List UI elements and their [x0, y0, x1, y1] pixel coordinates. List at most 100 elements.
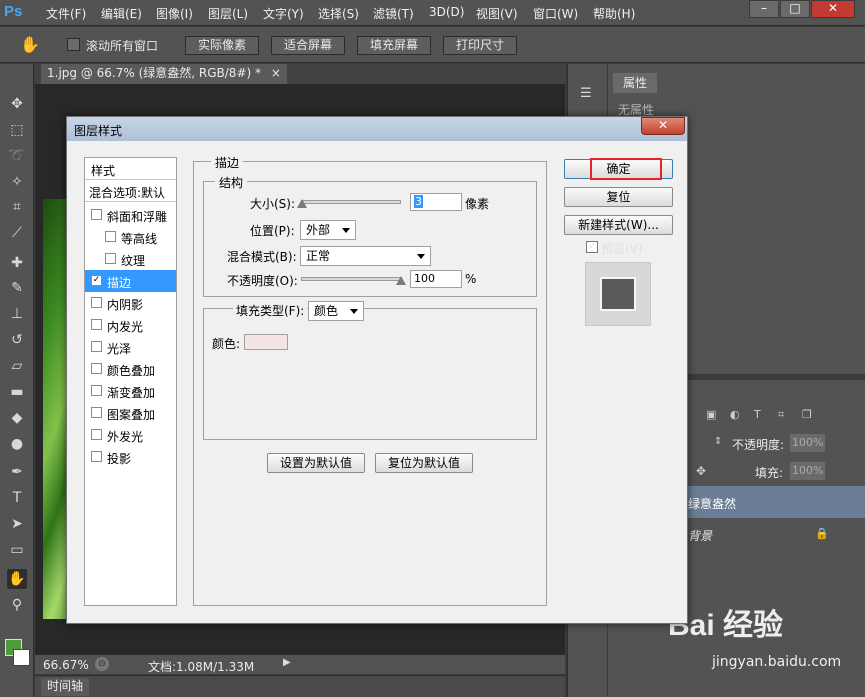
- size-input[interactable]: 3: [410, 193, 462, 211]
- style-item-inner-glow[interactable]: 内发光: [85, 314, 176, 336]
- shape-tool-icon[interactable]: ▭: [7, 540, 27, 560]
- type-tool-icon[interactable]: T: [7, 488, 27, 508]
- menu-filter[interactable]: 滤镜(T): [373, 5, 414, 22]
- minimize-button[interactable]: –: [749, 0, 779, 18]
- size-slider-track[interactable]: [301, 200, 401, 204]
- style-checkbox[interactable]: [105, 231, 116, 242]
- crop-tool-icon[interactable]: ⌗: [7, 197, 27, 217]
- style-checkbox[interactable]: [91, 385, 102, 396]
- opacity-input[interactable]: 100: [410, 270, 462, 288]
- history-panel-icon[interactable]: ☰: [580, 86, 596, 102]
- style-item-satin[interactable]: 光泽: [85, 336, 176, 358]
- stroke-color-swatch[interactable]: [244, 334, 288, 350]
- style-checkbox[interactable]: [91, 451, 102, 462]
- position-dropdown[interactable]: 外部: [300, 220, 356, 240]
- hand-icon[interactable]: ✋: [20, 35, 40, 55]
- properties-tab[interactable]: 属性: [613, 73, 658, 93]
- close-tab-icon[interactable]: ×: [271, 66, 281, 80]
- style-item-contour[interactable]: 等高线: [85, 226, 176, 248]
- gradient-tool-icon[interactable]: ▬: [7, 382, 27, 402]
- style-checkbox-checked[interactable]: ✓: [91, 275, 102, 286]
- scroll-all-windows-checkbox[interactable]: [67, 38, 80, 51]
- style-checkbox[interactable]: [91, 297, 102, 308]
- lasso-tool-icon[interactable]: ➰: [7, 146, 27, 166]
- style-item-stroke[interactable]: ✓ 描边: [85, 270, 176, 292]
- menu-help[interactable]: 帮助(H): [593, 5, 635, 22]
- layer-opacity-input[interactable]: 100%: [790, 434, 825, 452]
- style-item-gradient-overlay[interactable]: 渐变叠加: [85, 380, 176, 402]
- blend-mode-caret-icon[interactable]: ⇕: [714, 436, 722, 447]
- document-tab[interactable]: 1.jpg @ 66.7% (绿意盎然, RGB/8#) * ×: [41, 64, 287, 84]
- fill-screen-button[interactable]: 填充屏幕: [357, 36, 431, 55]
- blending-options-item[interactable]: 混合选项:默认: [85, 180, 176, 202]
- healing-brush-tool-icon[interactable]: ✚: [7, 253, 27, 273]
- style-item-inner-shadow[interactable]: 内阴影: [85, 292, 176, 314]
- fill-type-dropdown[interactable]: 颜色: [308, 301, 364, 321]
- style-item-outer-glow[interactable]: 外发光: [85, 424, 176, 446]
- timeline-tab[interactable]: 时间轴: [41, 678, 90, 696]
- menu-select[interactable]: 选择(S): [318, 5, 359, 22]
- style-checkbox[interactable]: [91, 209, 102, 220]
- zoom-tool-icon[interactable]: ⚲: [7, 595, 27, 615]
- reset-button[interactable]: 复位: [564, 187, 673, 207]
- brush-tool-icon[interactable]: ✎: [7, 278, 27, 298]
- menu-3d[interactable]: 3D(D): [429, 5, 464, 19]
- move-lock-icon[interactable]: ✥: [696, 464, 706, 478]
- size-slider-thumb[interactable]: [297, 199, 307, 208]
- menu-edit[interactable]: 编辑(E): [101, 5, 142, 22]
- opacity-slider-track[interactable]: [301, 277, 401, 281]
- set-default-button[interactable]: 设置为默认值: [267, 453, 365, 473]
- fit-screen-button[interactable]: 适合屏幕: [271, 36, 345, 55]
- menu-file[interactable]: 文件(F): [46, 5, 86, 22]
- reset-default-button[interactable]: 复位为默认值: [375, 453, 473, 473]
- shape-filter-icon[interactable]: ⌗: [778, 408, 792, 422]
- marquee-tool-icon[interactable]: ⬚: [7, 120, 27, 140]
- status-share-icon[interactable]: ⊙: [95, 657, 109, 671]
- background-color-swatch[interactable]: [13, 649, 30, 666]
- style-item-pattern-overlay[interactable]: 图案叠加: [85, 402, 176, 424]
- status-menu-arrow-icon[interactable]: ▶: [283, 657, 295, 671]
- zoom-level[interactable]: 66.67%: [43, 658, 89, 672]
- style-checkbox[interactable]: [91, 363, 102, 374]
- style-checkbox[interactable]: [91, 319, 102, 330]
- maximize-button[interactable]: □: [780, 0, 810, 18]
- new-style-button[interactable]: 新建样式(W)...: [564, 215, 673, 235]
- menu-layer[interactable]: 图层(L): [208, 5, 248, 22]
- style-checkbox[interactable]: [91, 407, 102, 418]
- move-tool-icon[interactable]: ✥: [7, 94, 27, 114]
- style-checkbox[interactable]: [91, 429, 102, 440]
- preview-checkbox[interactable]: ✓: [586, 241, 598, 253]
- style-item-texture[interactable]: 纹理: [85, 248, 176, 270]
- layer-row[interactable]: 绿意盎然: [680, 486, 865, 518]
- adjustment-filter-icon[interactable]: ◐: [730, 408, 744, 422]
- dialog-titlebar[interactable]: 图层样式 ✕: [67, 117, 687, 141]
- history-brush-tool-icon[interactable]: ↺: [7, 330, 27, 350]
- layer-row[interactable]: 背景 🔒: [680, 519, 865, 549]
- style-item-drop-shadow[interactable]: 投影: [85, 446, 176, 468]
- close-button[interactable]: ✕: [811, 0, 855, 18]
- type-filter-icon[interactable]: T: [754, 408, 768, 422]
- smart-object-filter-icon[interactable]: ❐: [802, 408, 816, 422]
- menu-image[interactable]: 图像(I): [156, 5, 193, 22]
- layer-fill-input[interactable]: 100%: [790, 462, 825, 480]
- style-item-color-overlay[interactable]: 颜色叠加: [85, 358, 176, 380]
- menu-view[interactable]: 视图(V): [476, 5, 518, 22]
- hand-tool-icon[interactable]: ✋: [7, 569, 27, 589]
- style-checkbox[interactable]: [91, 341, 102, 352]
- blur-tool-icon[interactable]: ◆: [7, 408, 27, 428]
- dodge-tool-icon[interactable]: ●: [7, 434, 27, 454]
- styles-header[interactable]: 样式: [85, 158, 176, 180]
- print-size-button[interactable]: 打印尺寸: [443, 36, 517, 55]
- dialog-close-button[interactable]: ✕: [641, 117, 685, 135]
- actual-pixels-button[interactable]: 实际像素: [185, 36, 259, 55]
- ok-button[interactable]: 确定: [564, 159, 673, 179]
- pen-tool-icon[interactable]: ✒: [7, 462, 27, 482]
- menu-window[interactable]: 窗口(W): [533, 5, 578, 22]
- menu-type[interactable]: 文字(Y): [263, 5, 304, 22]
- opacity-slider-thumb[interactable]: [396, 276, 406, 285]
- magic-wand-tool-icon[interactable]: ✧: [7, 172, 27, 192]
- image-filter-icon[interactable]: ▣: [706, 408, 720, 422]
- style-checkbox[interactable]: [105, 253, 116, 264]
- path-selection-tool-icon[interactable]: ➤: [7, 514, 27, 534]
- eraser-tool-icon[interactable]: ▱: [7, 356, 27, 376]
